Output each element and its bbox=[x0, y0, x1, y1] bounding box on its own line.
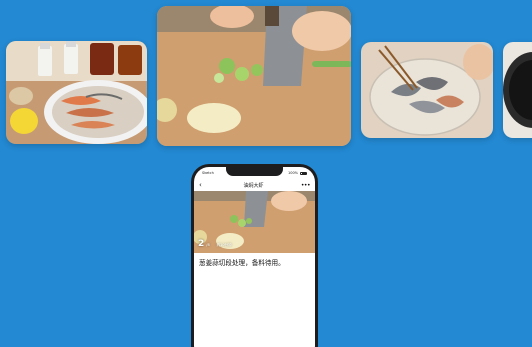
carousel-card-bowl[interactable] bbox=[361, 42, 493, 138]
carousel-card-ingredients[interactable] bbox=[6, 41, 147, 144]
recipe-title: 油焖大虾 bbox=[243, 182, 264, 189]
back-arrow-icon[interactable]: ‹ bbox=[199, 181, 207, 189]
battery-percent: 100% bbox=[287, 171, 298, 175]
step-description: 葱姜蒜切段处理，备料待用。 bbox=[199, 259, 285, 267]
more-options-icon[interactable]: ••• bbox=[300, 182, 311, 189]
step-image: 2 /8 约10分钟 bbox=[194, 191, 315, 253]
chopping-scallions-image bbox=[157, 6, 351, 146]
wok-image bbox=[503, 42, 532, 138]
shrimp-ingredients-image bbox=[6, 41, 147, 144]
step-number: 2 bbox=[198, 239, 205, 249]
nav-bar: ‹ 油焖大虾 ••• bbox=[194, 179, 315, 191]
battery-icon bbox=[300, 171, 307, 175]
carrier-label: Sketch bbox=[202, 171, 214, 175]
phone-notch bbox=[226, 167, 283, 176]
step-duration: 约10分钟 bbox=[216, 243, 232, 247]
carousel-card-wok[interactable] bbox=[503, 42, 532, 138]
step-indicator: 2 /8 约10分钟 bbox=[198, 239, 232, 249]
phone-mockup: Sketch 100% ‹ 油焖大虾 ••• 2 /8 约10分钟 葱姜蒜切段处… bbox=[191, 164, 318, 347]
shrimp-glass-bowl-image bbox=[361, 42, 493, 138]
carousel-card-chopping[interactable] bbox=[157, 6, 351, 146]
step-total: /8 bbox=[206, 243, 210, 247]
phone-screen: Sketch 100% ‹ 油焖大虾 ••• 2 /8 约10分钟 葱姜蒜切段处… bbox=[194, 167, 315, 347]
